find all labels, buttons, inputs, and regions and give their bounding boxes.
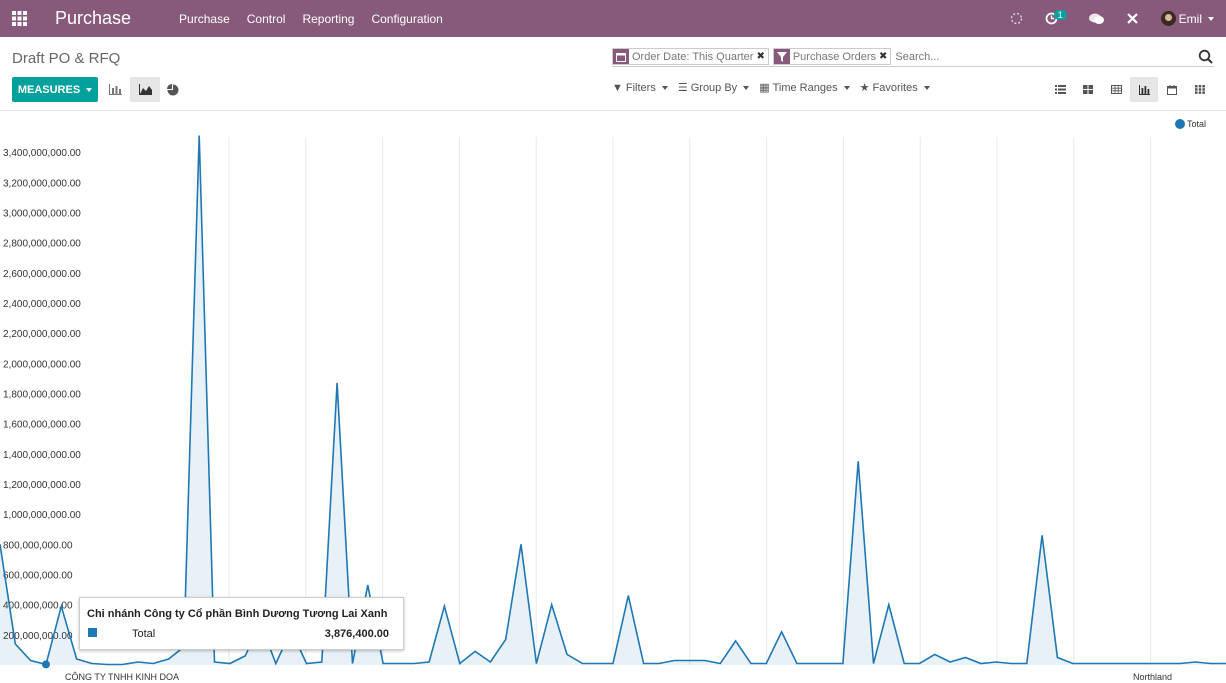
- pivot-view-button[interactable]: [1102, 77, 1130, 102]
- cohort-view-button[interactable]: [1186, 77, 1214, 102]
- chat-icon[interactable]: [1088, 13, 1104, 25]
- y-tick-label: 3,400,000,000.00: [3, 148, 81, 159]
- time-ranges-dropdown[interactable]: ▦ Time Ranges: [759, 81, 850, 94]
- kanban-icon: [1083, 85, 1093, 94]
- chart-tooltip: Chi nhánh Công ty Cổ phần Bình Dương Tươ…: [79, 597, 404, 650]
- facet-remove-icon[interactable]: ✖: [756, 51, 767, 62]
- y-tick-label: 2,200,000,000.00: [3, 329, 81, 340]
- y-tick-label: 1,600,000,000.00: [3, 420, 81, 431]
- search-options: ▼ Filters ☰ Group By ▦ Time Ranges ★ Fav…: [612, 81, 940, 94]
- caret-down-icon: [661, 85, 668, 90]
- control-panel: Draft PO & RFQ Order Date: This Quarter …: [0, 37, 1226, 111]
- view-switcher: [1046, 77, 1214, 102]
- kanban-view-button[interactable]: [1074, 77, 1102, 102]
- bar-chart-icon: [108, 84, 122, 95]
- calendar-icon: [1167, 84, 1177, 95]
- y-tick-label: 3,000,000,000.00: [3, 208, 81, 219]
- area-chart-icon: [138, 84, 152, 95]
- top-navbar: Purchase Purchase Control Reporting Conf…: [0, 0, 1226, 37]
- breadcrumb[interactable]: Draft PO & RFQ: [12, 50, 120, 67]
- filters-dropdown[interactable]: ▼ Filters: [612, 81, 668, 94]
- user-name: Emil: [1178, 11, 1202, 26]
- menu-configuration[interactable]: Configuration: [371, 12, 442, 26]
- tooltip-title: Chi nhánh Công ty Cổ phần Bình Dương Tươ…: [87, 608, 388, 620]
- y-tick-label: 600,000,000.00: [3, 570, 73, 581]
- app-name[interactable]: Purchase: [55, 8, 131, 29]
- search-input[interactable]: [895, 50, 1194, 63]
- facet-remove-icon[interactable]: ✖: [879, 51, 890, 62]
- tooltip-label: Total: [132, 628, 156, 640]
- y-tick-label: 2,400,000,000.00: [3, 299, 81, 310]
- loading-spinner-icon: [1010, 12, 1023, 25]
- pie-chart-icon: [167, 83, 179, 95]
- tooltip-swatch: [88, 628, 97, 637]
- time-ranges-label: Time Ranges: [772, 81, 838, 94]
- calendar-view-button[interactable]: [1158, 77, 1186, 102]
- menu-purchase[interactable]: Purchase: [179, 12, 230, 26]
- data-point: [41, 660, 50, 669]
- star-icon: ★: [859, 82, 870, 94]
- caret-down-icon: [1208, 16, 1214, 21]
- calendar-icon: ▦: [759, 82, 770, 94]
- user-menu[interactable]: Emil: [1160, 11, 1214, 26]
- y-tick-label: 1,000,000,000.00: [3, 510, 81, 521]
- y-tick-label: 1,800,000,000.00: [3, 389, 81, 400]
- caret-down-icon: [843, 85, 850, 90]
- facet-purchase-orders: Purchase Orders ✖: [772, 48, 892, 65]
- caret-down-icon: [923, 85, 930, 90]
- measures-label: MEASURES: [17, 83, 81, 96]
- list-view-button[interactable]: [1046, 77, 1074, 102]
- bar-chart-button[interactable]: [100, 77, 130, 102]
- favorites-dropdown[interactable]: ★ Favorites: [860, 81, 930, 94]
- graph-view-button[interactable]: [1130, 77, 1158, 102]
- x-tick-label: Northland: [1133, 672, 1172, 682]
- x-tick-label: CÔNG TY TNHH KINH DOA: [65, 672, 179, 682]
- caret-down-icon: [86, 87, 93, 92]
- debug-tools-icon[interactable]: [1126, 12, 1139, 25]
- table-icon: [1110, 85, 1122, 94]
- favorites-label: Favorites: [872, 81, 918, 94]
- list-icon: [1054, 85, 1066, 94]
- activity-badge: 1: [1053, 9, 1067, 20]
- facet-label: Purchase Orders: [792, 50, 876, 63]
- y-tick-label: 2,000,000,000.00: [3, 359, 81, 370]
- facet-label: Order Date: This Quarter: [632, 50, 754, 63]
- pie-chart-button[interactable]: [158, 77, 188, 102]
- measures-button[interactable]: MEASURES: [12, 77, 98, 102]
- y-tick-label: 3,200,000,000.00: [3, 178, 81, 189]
- y-tick-label: 1,400,000,000.00: [3, 450, 81, 461]
- menu-reporting[interactable]: Reporting: [302, 12, 354, 26]
- search-bar: Order Date: This Quarter ✖ Purchase Orde…: [612, 47, 1214, 67]
- legend-label: Total: [1186, 119, 1206, 129]
- y-tick-label: 2,600,000,000.00: [3, 269, 81, 280]
- y-tick-label: 2,800,000,000.00: [3, 239, 81, 250]
- chart-legend[interactable]: Total: [1174, 119, 1206, 129]
- calendar-icon: [613, 49, 629, 64]
- line-chart-button[interactable]: [130, 77, 160, 102]
- search-icon[interactable]: [1198, 49, 1214, 65]
- avatar: [1160, 11, 1176, 26]
- group-by-label: Group By: [690, 81, 738, 94]
- filters-label: Filters: [625, 81, 656, 94]
- apps-menu-icon[interactable]: [0, 0, 38, 37]
- grid-icon: [1195, 85, 1205, 94]
- activity-button[interactable]: 1: [1045, 9, 1067, 25]
- facet-order-date: Order Date: This Quarter ✖: [612, 48, 769, 65]
- caret-down-icon: [743, 85, 750, 90]
- tooltip-value: 3,876,400.00: [324, 628, 389, 640]
- legend-dot-icon: [1174, 119, 1185, 129]
- y-tick-label: 800,000,000.00: [3, 540, 73, 551]
- y-tick-label: 1,200,000,000.00: [3, 480, 81, 491]
- menu-control[interactable]: Control: [247, 12, 286, 26]
- bar-chart-icon: [1138, 84, 1150, 95]
- group-by-dropdown[interactable]: ☰ Group By: [677, 81, 750, 94]
- bars-icon: ☰: [677, 82, 688, 94]
- filter-icon: [773, 49, 790, 64]
- filter-icon: ▼: [612, 81, 623, 94]
